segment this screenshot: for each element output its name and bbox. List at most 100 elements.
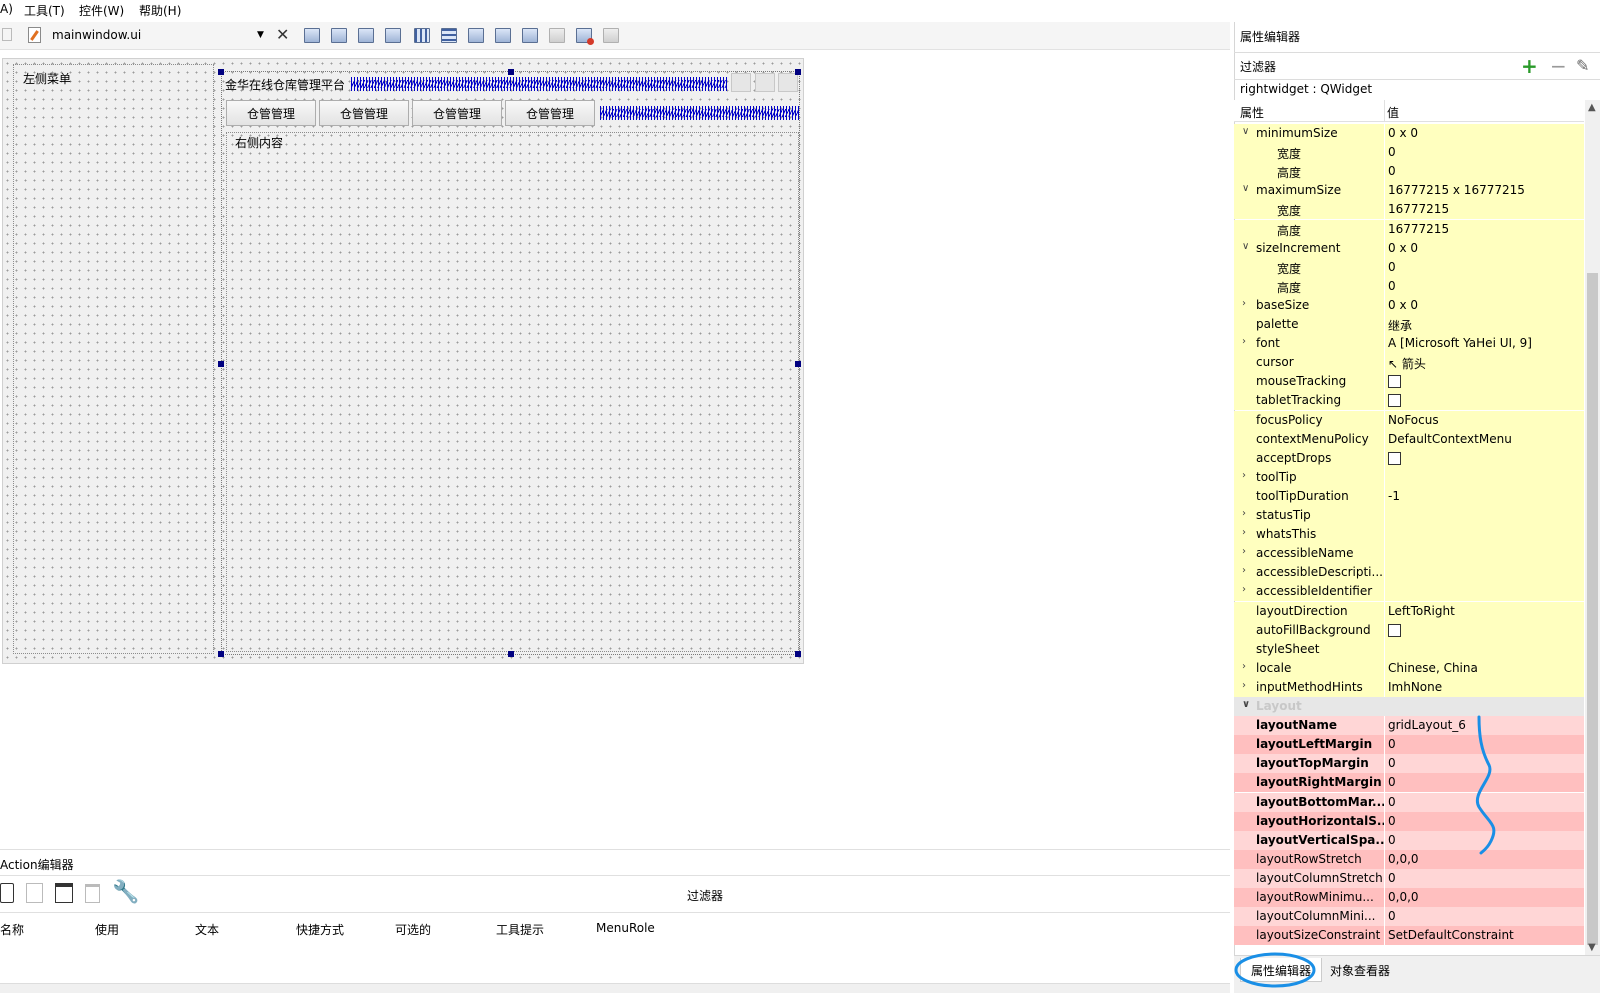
chevron-right-icon[interactable]: › [1242,527,1246,538]
property-row[interactable]: › accessibleIdentifier [1234,582,1584,601]
menu-tools[interactable]: 工具(T) [24,2,65,19]
adjust-size-icon[interactable] [603,28,619,43]
edit-buddies-icon[interactable] [358,28,374,43]
property-value[interactable]: 16777215 [1388,222,1582,236]
property-row[interactable]: ∨ maximumSize 16777215 x 16777215 [1234,181,1584,200]
configure-icon[interactable]: ✎ [1576,56,1589,75]
scrollbar-thumb[interactable] [1587,273,1598,945]
resize-handle[interactable] [218,361,224,367]
edit-signals-icon[interactable] [331,28,347,43]
property-row[interactable]: 宽度 0 [1234,143,1584,162]
chevron-right-icon[interactable]: › [1242,565,1246,576]
property-value[interactable]: ↖ 箭头 [1388,355,1582,372]
property-row[interactable]: 宽度 0 [1234,258,1584,277]
menu-a[interactable]: A) [0,2,13,16]
property-row[interactable]: layoutVerticalSpa... 0 [1234,831,1584,850]
splitter-vertical-icon[interactable] [495,28,511,43]
property-checkbox[interactable] [1388,624,1401,637]
chevron-right-icon[interactable]: › [1242,546,1246,557]
chevron-right-icon[interactable]: › [1242,508,1246,519]
paste-icon[interactable] [55,883,73,903]
property-value[interactable]: LeftToRight [1388,604,1582,618]
property-value[interactable]: 0,0,0 [1388,890,1582,904]
property-row[interactable]: › baseSize 0 x 0 [1234,296,1584,315]
copy-icon[interactable] [26,883,43,903]
close-icon[interactable]: ✕ [276,25,289,44]
chevron-right-icon[interactable]: › [1242,680,1246,691]
property-value[interactable]: 0 [1388,909,1582,923]
window-button[interactable] [778,73,798,92]
form-canvas[interactable]: 左侧菜单 金华在线仓库管理平台 仓管管理 仓管管理 仓管管理 仓管管理 右侧内容 [2,58,804,664]
column-header[interactable]: 快捷方式 [296,921,344,938]
property-value[interactable]: -1 [1388,489,1582,503]
edit-widgets-icon[interactable] [304,28,320,43]
property-row[interactable]: › font A [Microsoft YaHei UI, 9] [1234,334,1584,353]
property-row[interactable]: tabletTracking [1234,391,1584,410]
property-filter-input[interactable]: 过滤器 [1240,58,1276,75]
lock-icon[interactable] [2,28,12,41]
property-value[interactable]: 0 [1388,164,1582,178]
property-value[interactable]: 0 x 0 [1388,298,1582,312]
value-column-header[interactable]: 值 [1387,104,1399,121]
warehouse-button-4[interactable]: 仓管管理 [505,100,595,126]
property-row[interactable]: 高度 0 [1234,162,1584,181]
column-header[interactable]: 可选的 [395,921,431,938]
property-row[interactable]: layoutColumnMini... 0 [1234,907,1584,926]
chevron-down-icon[interactable]: ∨ [1242,126,1249,137]
property-value[interactable]: Chinese, China [1388,661,1582,675]
property-value[interactable]: NoFocus [1388,413,1582,427]
property-row[interactable]: layoutHorizontalS... 0 [1234,812,1584,831]
layout-horizontal-icon[interactable] [414,28,430,43]
column-header[interactable]: MenuRole [596,921,655,935]
property-row[interactable]: › toolTip [1234,468,1584,487]
chevron-right-icon[interactable]: › [1242,336,1246,347]
property-row[interactable]: acceptDrops [1234,449,1584,468]
warehouse-button-1[interactable]: 仓管管理 [226,100,316,126]
file-combo[interactable]: mainwindow.ui [52,28,141,42]
property-column-header[interactable]: 属性 [1240,104,1264,121]
property-row[interactable]: contextMenuPolicy DefaultContextMenu [1234,430,1584,449]
resize-handle[interactable] [795,361,801,367]
property-row[interactable]: › statusTip [1234,506,1584,525]
resize-handle[interactable] [218,69,224,75]
property-checkbox[interactable] [1388,394,1401,407]
property-value[interactable]: 16777215 x 16777215 [1388,183,1582,197]
property-value[interactable]: 0 [1388,260,1582,274]
splitter-horizontal-icon[interactable] [468,28,484,43]
property-row[interactable]: autoFillBackground [1234,621,1584,640]
left-widget[interactable] [13,64,214,654]
resize-handle[interactable] [795,651,801,657]
property-row[interactable]: layoutRightMargin 0 [1234,773,1584,792]
warehouse-button-2[interactable]: 仓管管理 [319,100,409,126]
property-row[interactable]: layoutTopMargin 0 [1234,754,1584,773]
warehouse-button-3[interactable]: 仓管管理 [412,100,502,126]
property-row[interactable]: 宽度 16777215 [1234,200,1584,219]
property-row[interactable]: › accessibleName [1234,544,1584,563]
column-header[interactable]: 文本 [195,921,219,938]
property-row[interactable]: 高度 0 [1234,277,1584,296]
new-action-icon[interactable] [0,883,14,903]
chevron-down-icon[interactable]: ∨ [1242,241,1249,252]
horizontal-spacer-buttons[interactable] [600,106,799,120]
property-value[interactable]: SetDefaultConstraint [1388,928,1582,942]
break-layout-icon[interactable] [576,28,594,45]
chevron-down-icon[interactable]: ∨ [1242,183,1249,194]
chevron-right-icon[interactable]: › [1242,298,1246,309]
delete-icon[interactable] [85,884,100,903]
column-header[interactable]: 名称 [0,921,24,938]
tab-object-inspector[interactable]: 对象查看器 [1320,958,1400,982]
menu-help[interactable]: 帮助(H) [139,2,181,19]
column-header[interactable]: 工具提示 [496,921,544,938]
property-row[interactable]: › whatsThis [1234,525,1584,544]
resize-handle[interactable] [795,69,801,75]
window-button[interactable] [731,73,751,92]
layout-grid-icon[interactable] [549,28,565,43]
property-scrollbar[interactable]: ▲ ▼ [1585,100,1600,955]
property-row[interactable]: palette 继承 [1234,315,1584,334]
edit-tab-order-icon[interactable] [385,28,401,43]
property-row[interactable]: ∨ sizeIncrement 0 x 0 [1234,239,1584,258]
property-value[interactable]: 0 x 0 [1388,126,1582,140]
property-row[interactable]: focusPolicy NoFocus [1234,411,1584,430]
property-row[interactable]: layoutBottomMar... 0 [1234,793,1584,812]
property-row[interactable]: ∨ minimumSize 0 x 0 [1234,124,1584,143]
